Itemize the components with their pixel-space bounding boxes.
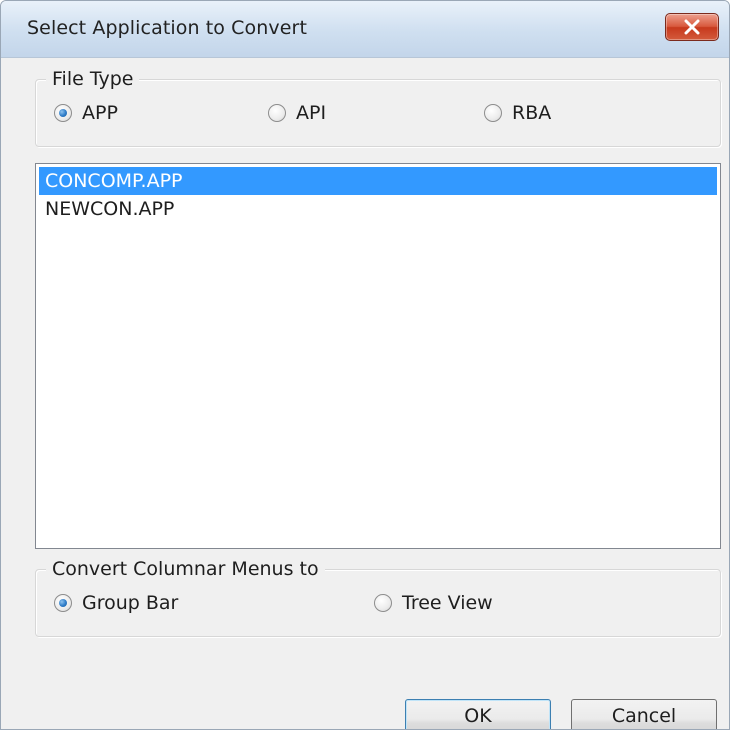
- radio-rba[interactable]: RBA: [484, 102, 551, 124]
- list-item-concomp[interactable]: CONCOMP.APP: [39, 167, 717, 195]
- radio-app-label: APP: [82, 102, 118, 124]
- convert-menus-group: Convert Columnar Menus to Group Bar Tree…: [35, 558, 721, 637]
- radio-api[interactable]: API: [268, 102, 326, 124]
- radio-group-bar-button[interactable]: [54, 594, 72, 612]
- radio-group-bar[interactable]: Group Bar: [54, 592, 178, 614]
- radio-tree-view[interactable]: Tree View: [374, 592, 493, 614]
- radio-group-bar-label: Group Bar: [82, 592, 179, 614]
- radio-rba-button[interactable]: [484, 104, 502, 122]
- radio-tree-view-label: Tree View: [402, 592, 493, 614]
- radio-api-button[interactable]: [268, 104, 286, 122]
- radio-tree-view-button[interactable]: [374, 594, 392, 612]
- file-type-legend: File Type: [46, 68, 140, 90]
- radio-api-label: API: [296, 102, 327, 124]
- window-title: Select Application to Convert: [27, 17, 307, 39]
- cancel-button[interactable]: Cancel: [571, 699, 717, 729]
- close-x-icon: [684, 19, 700, 35]
- title-bar[interactable]: Select Application to Convert: [1, 1, 729, 58]
- radio-rba-label: RBA: [512, 102, 552, 124]
- ok-button[interactable]: OK: [405, 699, 551, 729]
- radio-app-button[interactable]: [54, 104, 72, 122]
- close-button[interactable]: [665, 13, 719, 41]
- application-listbox[interactable]: CONCOMP.APP NEWCON.APP: [35, 163, 721, 549]
- radio-app[interactable]: APP: [54, 102, 118, 124]
- list-item-newcon[interactable]: NEWCON.APP: [39, 195, 717, 223]
- file-type-group: File Type APP API RBA: [35, 68, 721, 147]
- dialog-window: Select Application to Convert File Type …: [0, 0, 730, 730]
- convert-menus-legend: Convert Columnar Menus to: [46, 558, 325, 580]
